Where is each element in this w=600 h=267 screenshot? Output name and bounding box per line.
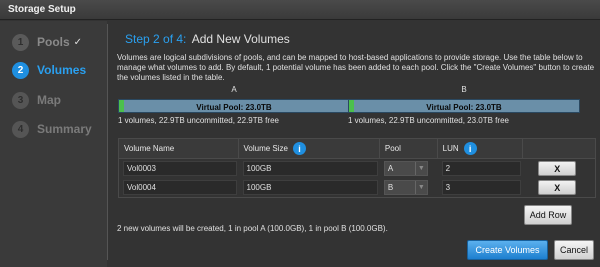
remove-cell: X — [523, 178, 595, 197]
info-icon[interactable]: i — [463, 142, 477, 155]
volume-name-input[interactable]: Vol0003 — [123, 161, 237, 176]
lun-input[interactable]: 3 — [441, 180, 522, 195]
create-volumes-button[interactable]: Create Volumes — [467, 240, 548, 260]
step-number: 2 — [12, 61, 29, 79]
volume-name-input[interactable]: Vol0004 — [123, 180, 237, 195]
step-number: 1 — [12, 33, 29, 51]
pool-capacity-bar: Virtual Pool: 23.0TB — [118, 99, 350, 113]
step-map[interactable]: 3 Map — [12, 91, 61, 109]
storage-setup-dialog: Storage Setup 1 Pools ✓ 2 Volumes 3 Map … — [0, 0, 600, 267]
pool-select-value: B — [387, 183, 394, 192]
pool-caption: Virtual Pool: 23.0TB — [426, 103, 502, 112]
step-label: Map — [37, 93, 61, 107]
col-header-pool: Pool — [380, 139, 438, 158]
pool-select-value: A — [387, 164, 394, 173]
pool-select[interactable]: A ▼ — [383, 161, 428, 176]
step-pools[interactable]: 1 Pools ✓ — [12, 33, 82, 51]
step-label: Summary — [37, 122, 92, 136]
pool-letter: B — [461, 85, 467, 94]
page-heading: Step 2 of 4: Add New Volumes — [125, 32, 290, 46]
cancel-button[interactable]: Cancel — [554, 240, 594, 260]
lun-input[interactable]: 2 — [441, 161, 522, 176]
pool-a-panel: A Virtual Pool: 23.0TB 1 volumes, 22.9TB… — [118, 85, 350, 125]
check-icon: ✓ — [73, 36, 83, 48]
volume-size-input[interactable]: 100GB — [242, 161, 378, 176]
col-header-lun-label: LUN — [442, 144, 459, 153]
pool-b-panel: B Virtual Pool: 23.0TB 1 volumes, 22.9TB… — [348, 85, 580, 125]
lun-cell: 3 — [438, 178, 524, 197]
step-label: Pools — [37, 35, 70, 49]
chevron-down-icon: ▼ — [414, 181, 427, 194]
window-title: Storage Setup — [0, 0, 600, 20]
col-header-actions — [523, 139, 595, 158]
volume-size-input[interactable]: 100GB — [242, 180, 378, 195]
wizard-sidebar: 1 Pools ✓ 2 Volumes 3 Map 4 Summary — [0, 21, 107, 267]
remove-row-button[interactable]: X — [538, 161, 577, 176]
pool-select[interactable]: B ▼ — [383, 180, 428, 195]
pool-caption: Virtual Pool: 23.0TB — [196, 103, 272, 112]
step-label: Volumes — [37, 63, 87, 77]
info-icon[interactable]: i — [292, 142, 306, 155]
table-row: Vol0003 100GB A ▼ 2 X — [119, 159, 595, 178]
pool-cell: B ▼ — [380, 178, 438, 197]
step-number: 4 — [12, 120, 29, 138]
pool-letter: A — [231, 85, 237, 94]
summary-text: 2 new volumes will be created, 1 in pool… — [117, 224, 388, 233]
remove-cell: X — [523, 159, 595, 178]
volume-name-cell: Vol0004 — [119, 178, 239, 197]
step-indicator: Step 2 of 4: — [125, 32, 187, 46]
pool-stats: 1 volumes, 22.9TB uncommitted, 22.9TB fr… — [118, 116, 279, 125]
pool-capacity-bar: Virtual Pool: 23.0TB — [348, 99, 580, 113]
volume-size-cell: 100GB — [239, 178, 380, 197]
step-summary[interactable]: 4 Summary — [12, 120, 92, 138]
lun-cell: 2 — [438, 159, 524, 178]
pool-cell: A ▼ — [380, 159, 438, 178]
pool-stats: 1 volumes, 22.9TB uncommitted, 23.0TB fr… — [348, 116, 509, 125]
sidebar-divider — [107, 24, 108, 260]
chevron-down-icon: ▼ — [414, 162, 427, 175]
remove-row-button[interactable]: X — [538, 180, 577, 195]
table-row: Vol0004 100GB B ▼ 3 X — [119, 178, 595, 197]
step-number: 3 — [12, 91, 29, 109]
col-header-size-label: Volume Size — [243, 144, 288, 153]
page-title: Add New Volumes — [191, 32, 290, 46]
volumes-table: Volume Name Volume Size i Pool LUN i Vol… — [118, 138, 596, 198]
description-text: Volumes are logical subdivisions of pool… — [117, 53, 595, 82]
volume-size-cell: 100GB — [239, 159, 380, 178]
volume-name-cell: Vol0003 — [119, 159, 239, 178]
table-header: Volume Name Volume Size i Pool LUN i — [119, 139, 595, 159]
col-header-name: Volume Name — [119, 139, 239, 158]
col-header-size: Volume Size i — [239, 139, 380, 158]
col-header-lun: LUN i — [438, 139, 524, 158]
step-volumes[interactable]: 2 Volumes — [12, 61, 86, 79]
add-row-button[interactable]: Add Row — [524, 205, 572, 225]
